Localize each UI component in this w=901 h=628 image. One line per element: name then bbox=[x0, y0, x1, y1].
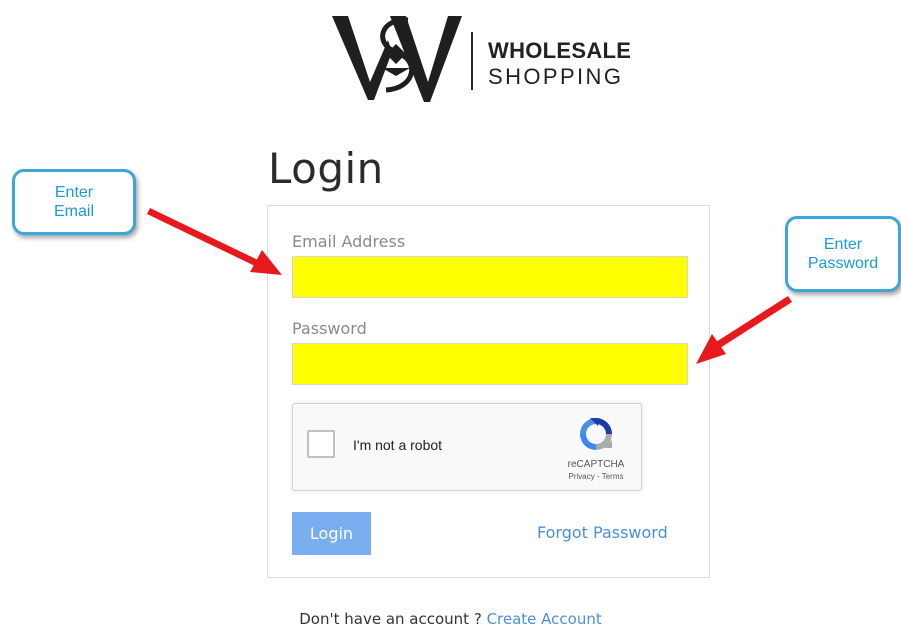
logo-divider bbox=[471, 32, 473, 90]
recaptcha-icon bbox=[580, 418, 612, 450]
email-label: Email Address bbox=[292, 232, 406, 251]
ws-monogram-icon bbox=[332, 16, 462, 102]
login-form: Email Address Password I'm not a robot r… bbox=[267, 205, 710, 578]
brand-name-line1: WHOLESALE bbox=[488, 38, 632, 63]
recaptcha-checkbox[interactable] bbox=[307, 430, 335, 458]
forgot-password-link[interactable]: Forgot Password bbox=[537, 523, 668, 542]
brand-logo: WHOLESALE SHOPPING bbox=[330, 10, 660, 105]
password-label: Password bbox=[292, 319, 367, 338]
email-input[interactable] bbox=[292, 256, 688, 298]
password-arrow bbox=[696, 296, 792, 364]
email-callout: Enter Email bbox=[12, 169, 136, 235]
login-button[interactable]: Login bbox=[292, 512, 371, 555]
create-account-link[interactable]: Create Account bbox=[487, 610, 602, 628]
recaptcha-label: I'm not a robot bbox=[353, 437, 443, 453]
signup-row: Don't have an account ? Create Account bbox=[0, 610, 901, 628]
signup-prompt: Don't have an account ? bbox=[299, 610, 487, 628]
password-input[interactable] bbox=[292, 343, 688, 385]
password-callout: Enter Password bbox=[785, 216, 901, 292]
email-callout-text: Enter Email bbox=[53, 184, 94, 220]
recaptcha-privacy-terms-links[interactable]: Privacy - Terms bbox=[551, 472, 641, 481]
brand-name-line2: SHOPPING bbox=[488, 64, 624, 89]
email-arrow bbox=[147, 208, 282, 275]
page-title: Login bbox=[268, 144, 384, 193]
password-callout-text: Enter Password bbox=[807, 236, 879, 272]
recaptcha-widget: I'm not a robot reCAPTCHA Privacy - Term… bbox=[292, 403, 642, 491]
recaptcha-brand: reCAPTCHA bbox=[567, 459, 625, 470]
